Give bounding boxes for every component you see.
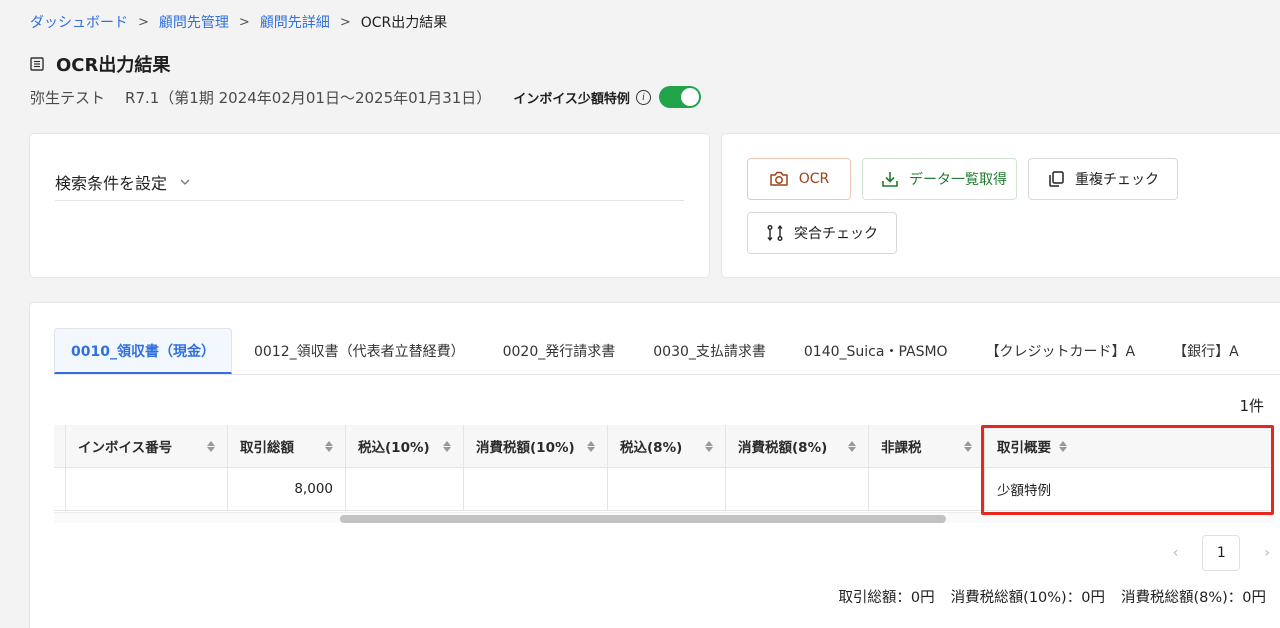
table-header-cell bbox=[54, 425, 66, 468]
download-list-button[interactable]: データ一覧取得 bbox=[862, 158, 1017, 200]
download-list-button-label: データ一覧取得 bbox=[909, 172, 1007, 188]
total-amount: 取引総額：0円 bbox=[838, 590, 935, 606]
cell-tax-amount-10 bbox=[464, 468, 608, 511]
sort-icon[interactable] bbox=[848, 440, 856, 452]
sort-icon[interactable] bbox=[443, 440, 451, 452]
compare-arrows-icon bbox=[767, 224, 783, 242]
header-invoice-number[interactable]: インボイス番号 bbox=[66, 425, 228, 468]
header-tax-exempt[interactable]: 非課税 bbox=[869, 425, 985, 468]
page-number[interactable]: 1 bbox=[1202, 535, 1241, 571]
cell-tax-incl-10 bbox=[346, 468, 464, 511]
breadcrumb-separator: > bbox=[138, 14, 149, 30]
header-tax-incl-10[interactable]: 税込(10%) bbox=[346, 425, 464, 468]
result-count: 1件 bbox=[1239, 397, 1264, 415]
ocr-button[interactable]: OCR bbox=[747, 158, 851, 200]
next-page-icon[interactable]: › bbox=[1264, 545, 1270, 561]
table-cell bbox=[54, 468, 66, 511]
breadcrumb-separator: > bbox=[339, 14, 351, 30]
scrollbar-thumb[interactable] bbox=[340, 515, 946, 523]
sort-icon[interactable] bbox=[705, 440, 713, 452]
header-label: インボイス番号 bbox=[78, 440, 173, 456]
ocr-button-label: OCR bbox=[798, 171, 830, 187]
header-total-amount[interactable]: 取引総額 bbox=[228, 425, 346, 468]
cell-tax-exempt bbox=[869, 468, 985, 511]
previous-page-icon[interactable]: ‹ bbox=[1173, 545, 1179, 561]
duplicate-check-button-label: 重複チェック bbox=[1075, 172, 1159, 188]
header-label: 税込(8%) bbox=[620, 440, 683, 456]
breadcrumb-separator: > bbox=[238, 14, 250, 30]
sort-icon[interactable] bbox=[207, 440, 215, 452]
camera-icon bbox=[769, 171, 788, 186]
pagination: ‹ 1 › bbox=[1173, 535, 1270, 571]
document-list-icon bbox=[30, 57, 44, 71]
tab-credit-card[interactable]: 【クレジットカード】A bbox=[970, 328, 1152, 374]
cell-total-amount: 8,000 bbox=[228, 468, 346, 511]
breadcrumb-client-management[interactable]: 顧問先管理 bbox=[159, 12, 229, 32]
sort-icon[interactable] bbox=[964, 440, 972, 452]
chevron-down-icon bbox=[180, 179, 190, 185]
client-info-row: 弥生テスト R7.1（第1期 2024年02月01日〜2025年01月31日） … bbox=[30, 86, 701, 108]
tab-receipt-representative[interactable]: 0012_領収書（代表者立替経費） bbox=[238, 328, 481, 374]
document-type-tabs: 0010_領収書（現金） 0012_領収書（代表者立替経費） 0020_発行請求… bbox=[54, 327, 1280, 375]
copy-icon bbox=[1049, 171, 1064, 187]
totals-summary: 取引総額：0円 消費税総額(10%)：0円 消費税総額(8%)：0円 bbox=[838, 586, 1266, 607]
header-label: 非課税 bbox=[881, 440, 922, 456]
sort-icon[interactable] bbox=[325, 440, 333, 452]
total-tax-10: 消費税総額(10%)：0円 bbox=[950, 590, 1105, 606]
breadcrumb-dashboard[interactable]: ダッシュボード bbox=[30, 12, 128, 32]
total-tax-8: 消費税総額(8%)：0円 bbox=[1120, 590, 1266, 606]
header-tax-amount-10[interactable]: 消費税額(10%) bbox=[464, 425, 608, 468]
search-conditions-label: 検索条件を設定 bbox=[55, 174, 168, 193]
search-conditions-toggle[interactable]: 検索条件を設定 bbox=[55, 170, 191, 194]
header-tax-incl-8[interactable]: 税込(8%) bbox=[608, 425, 726, 468]
invoice-exception-toggle[interactable] bbox=[658, 86, 701, 108]
tab-suica-pasmo[interactable]: 0140_Suica・PASMO bbox=[788, 328, 964, 374]
toggle-knob bbox=[680, 88, 699, 106]
highlight-annotation-box bbox=[981, 425, 1274, 515]
tab-receipt-cash[interactable]: 0010_領収書（現金） bbox=[54, 328, 232, 374]
search-card: 検索条件を設定 bbox=[29, 133, 710, 278]
tab-issued-invoice[interactable]: 0020_発行請求書 bbox=[487, 328, 632, 374]
cell-tax-amount-8 bbox=[726, 468, 869, 511]
download-icon bbox=[882, 172, 898, 187]
match-check-button-label: 突合チェック bbox=[794, 226, 878, 242]
fiscal-period: R7.1（第1期 2024年02月01日〜2025年01月31日） bbox=[125, 88, 492, 107]
actions-card: OCR データ一覧取得 重複チェック 突合チェック bbox=[721, 133, 1280, 278]
header-label: 消費税額(10%) bbox=[476, 440, 575, 456]
match-check-button[interactable]: 突合チェック bbox=[747, 212, 897, 254]
header-label: 税込(10%) bbox=[358, 440, 430, 456]
client-name: 弥生テスト bbox=[30, 88, 106, 107]
breadcrumb: ダッシュボード > 顧問先管理 > 顧問先詳細 > OCR出力結果 bbox=[30, 12, 447, 32]
header-tax-amount-8[interactable]: 消費税額(8%) bbox=[726, 425, 869, 468]
tab-bank[interactable]: 【銀行】A bbox=[1157, 328, 1255, 374]
page-title-text: OCR出力結果 bbox=[56, 55, 171, 76]
page-title: OCR出力結果 bbox=[30, 51, 170, 77]
tab-payment-invoice[interactable]: 0030_支払請求書 bbox=[637, 328, 782, 374]
breadcrumb-current: OCR出力結果 bbox=[360, 15, 448, 31]
info-icon[interactable]: i bbox=[635, 89, 651, 105]
invoice-exception-label: インボイス少額特例 bbox=[513, 91, 630, 107]
duplicate-check-button[interactable]: 重複チェック bbox=[1028, 158, 1178, 200]
divider bbox=[55, 200, 684, 201]
cell-invoice-number bbox=[66, 468, 228, 511]
cell-tax-incl-8 bbox=[608, 468, 726, 511]
sort-icon[interactable] bbox=[587, 440, 595, 452]
header-label: 消費税額(8%) bbox=[738, 440, 828, 456]
header-label: 取引総額 bbox=[240, 440, 294, 456]
breadcrumb-client-detail[interactable]: 顧問先詳細 bbox=[260, 12, 330, 32]
